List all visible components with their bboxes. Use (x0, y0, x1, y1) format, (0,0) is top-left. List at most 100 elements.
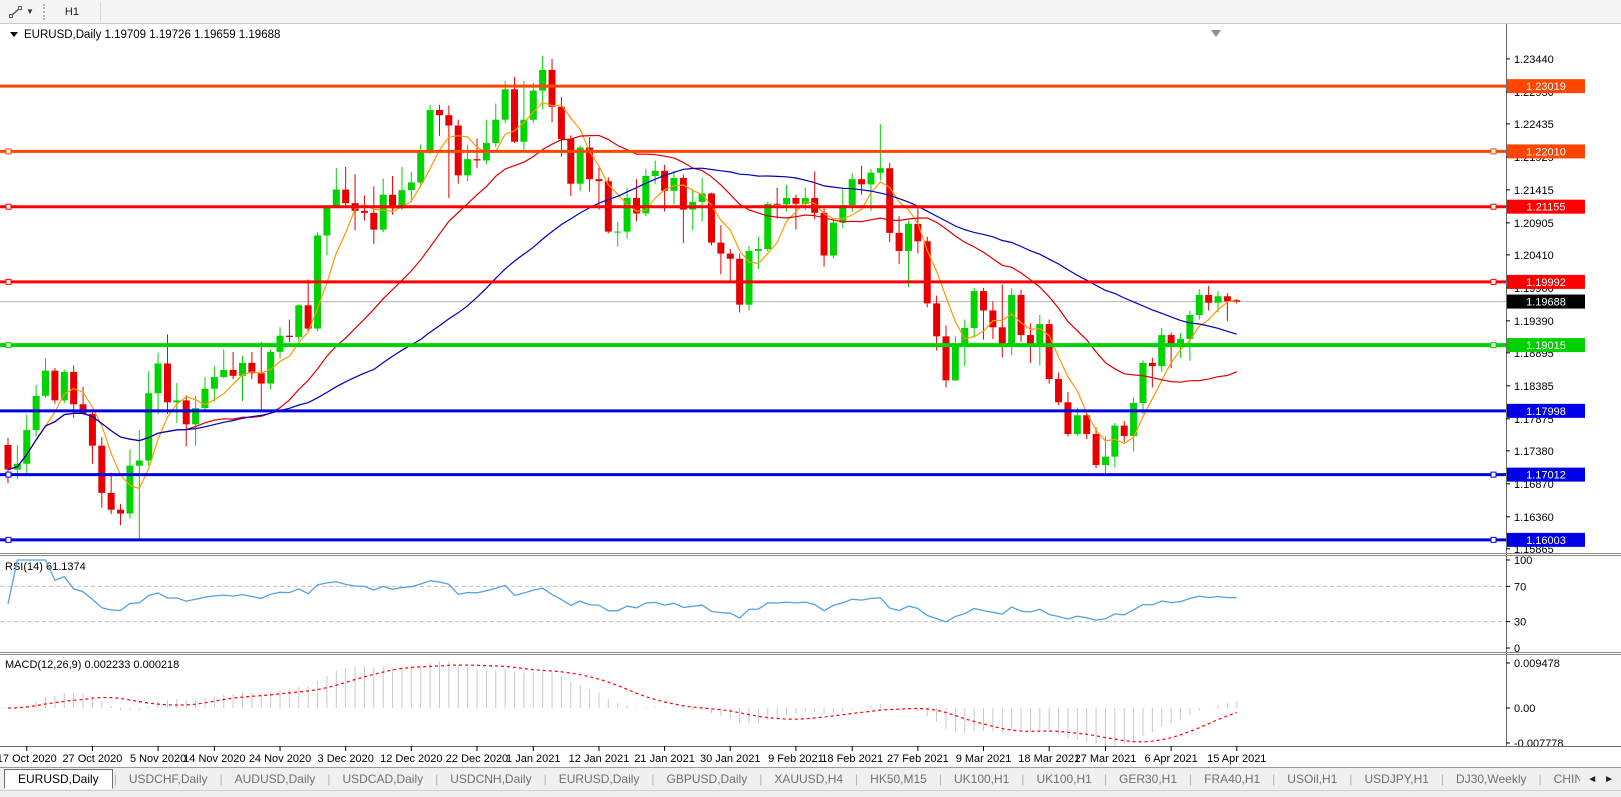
tab-separator: | (1441, 772, 1444, 786)
chart-tab[interactable]: XAUUSD,H4 (763, 769, 854, 789)
tab-separator: | (220, 772, 223, 786)
svg-text:100: 100 (1514, 555, 1532, 567)
tab-separator: | (327, 772, 330, 786)
toolbar-grip[interactable] (43, 4, 49, 20)
chart-tab[interactable]: USDCAD,Daily (331, 769, 434, 789)
chart-tab[interactable]: GER30,H1 (1108, 769, 1188, 789)
chart-tab[interactable]: USDCHF,Daily (118, 769, 219, 789)
main-pane[interactable]: EURUSD,Daily 1.19709 1.19726 1.19659 1.1… (0, 29, 1506, 542)
svg-text:15 Apr 2021: 15 Apr 2021 (1207, 753, 1266, 765)
tab-scroll-left-icon[interactable]: ◄ (1587, 774, 1597, 785)
svg-text:1.23019: 1.23019 (1526, 81, 1566, 93)
chart-title: EURUSD,Daily 1.19709 1.19726 1.19659 1.1… (24, 29, 280, 41)
chart-menu-icon[interactable] (10, 32, 18, 37)
svg-text:24 Nov 2020: 24 Nov 2020 (249, 753, 311, 765)
svg-text:1.20905: 1.20905 (1514, 218, 1554, 230)
svg-text:1.17998: 1.17998 (1526, 406, 1566, 418)
svg-text:1.17380: 1.17380 (1514, 446, 1554, 458)
svg-text:1.16003: 1.16003 (1526, 535, 1566, 547)
chart-tab[interactable]: FRA40,H1 (1193, 769, 1271, 789)
tab-separator: | (855, 772, 858, 786)
tab-separator: | (1272, 772, 1275, 786)
chart-tab[interactable]: GBPUSD,Daily (656, 769, 759, 789)
chart-tab[interactable]: HK50,M15 (859, 769, 938, 789)
svg-text:1.18385: 1.18385 (1514, 381, 1554, 393)
svg-text:70: 70 (1514, 581, 1526, 593)
tab-separator: | (1189, 772, 1192, 786)
svg-text:12 Dec 2020: 12 Dec 2020 (380, 753, 442, 765)
tab-separator: | (651, 772, 654, 786)
svg-text:17 Oct 2020: 17 Oct 2020 (0, 753, 57, 765)
svg-text:27 Oct 2020: 27 Oct 2020 (62, 753, 122, 765)
chart-tab[interactable]: EURUSD,Daily (548, 769, 651, 789)
chart-tab[interactable]: CHINA300,H1 (1543, 769, 1581, 789)
trendline-tool-icon (8, 4, 24, 20)
price-axis[interactable]: 1.234401.229301.224351.219251.214151.209… (0, 24, 1621, 746)
svg-text:1.21415: 1.21415 (1514, 185, 1554, 197)
svg-text:21 Jan 2021: 21 Jan 2021 (634, 753, 695, 765)
macd-label: MACD(12,26,9) 0.002233 0.000218 (5, 659, 179, 671)
svg-text:27 Feb 2021: 27 Feb 2021 (887, 753, 949, 765)
svg-text:1.17012: 1.17012 (1526, 470, 1566, 482)
macd-pane[interactable]: MACD(12,26,9) 0.002233 0.000218 0.009478… (5, 658, 1564, 750)
svg-text:1.19688: 1.19688 (1526, 297, 1566, 309)
svg-text:1.21155: 1.21155 (1527, 202, 1566, 214)
svg-text:27 Mar 2021: 27 Mar 2021 (1075, 753, 1137, 765)
svg-text:1.19015: 1.19015 (1526, 340, 1566, 352)
svg-text:1 Jan 2021: 1 Jan 2021 (506, 753, 560, 765)
chart-tab[interactable]: USOil,H1 (1276, 769, 1348, 789)
chevron-down-icon[interactable]: ▼ (26, 8, 34, 16)
svg-text:9 Feb 2021: 9 Feb 2021 (768, 753, 824, 765)
chart-tabbar: EURUSD,Daily|USDCHF,Daily|AUDUSD,Daily|U… (0, 767, 1621, 790)
chart-tool-button[interactable]: ▼ (4, 2, 38, 22)
svg-text:-0.007778: -0.007778 (1514, 738, 1564, 750)
chart-window: EURUSD,Daily 1.19709 1.19726 1.19659 1.1… (0, 24, 1621, 767)
chart-tab[interactable]: EURUSD,Daily (4, 769, 113, 789)
svg-text:12 Jan 2021: 12 Jan 2021 (569, 753, 630, 765)
svg-text:1.23440: 1.23440 (1514, 54, 1554, 66)
svg-text:0.009478: 0.009478 (1514, 658, 1560, 670)
tab-separator: | (1021, 772, 1024, 786)
chart-tab[interactable]: UK100,H1 (1025, 769, 1102, 789)
chart-tab[interactable]: UK100,H1 (943, 769, 1020, 789)
tab-scroll-right-icon[interactable]: ► (1604, 774, 1614, 785)
svg-text:1.22435: 1.22435 (1514, 119, 1554, 131)
timeframe-toolbar: ▼ M1M5M15M30H1H4D1W1MN (0, 0, 1621, 24)
moving-averages-layer (8, 102, 1237, 488)
horizontal-lines-layer[interactable] (0, 86, 1506, 542)
tab-separator: | (114, 772, 117, 786)
time-axis[interactable]: 17 Oct 2020 27 Oct 2020 5 Nov 202014 Nov 2… (0, 746, 1621, 765)
rsi-pane[interactable]: RSI(14) 61.1374 10070300 (0, 555, 1532, 655)
svg-text:5 Nov 2020: 5 Nov 2020 (130, 753, 186, 765)
svg-text:0: 0 (1514, 643, 1520, 655)
chart-canvas[interactable]: EURUSD,Daily 1.19709 1.19726 1.19659 1.1… (0, 24, 1621, 767)
chart-tab[interactable]: USDCNH,Daily (439, 769, 542, 789)
chart-tab[interactable]: USDJPY,H1 (1353, 769, 1439, 789)
tab-separator: | (544, 772, 547, 786)
svg-text:1.19992: 1.19992 (1526, 277, 1566, 289)
chart-shift-marker[interactable] (1211, 30, 1221, 37)
tab-separator: | (939, 772, 942, 786)
svg-text:14 Nov 2020: 14 Nov 2020 (183, 753, 245, 765)
tab-separator: | (1539, 772, 1542, 786)
svg-text:6 Apr 2021: 6 Apr 2021 (1145, 753, 1198, 765)
chart-tabs: EURUSD,Daily|USDCHF,Daily|AUDUSD,Daily|U… (0, 768, 1580, 790)
tab-separator: | (435, 772, 438, 786)
chart-tab[interactable]: AUDUSD,Daily (224, 769, 327, 789)
chart-tab[interactable]: DJ30,Weekly (1445, 769, 1537, 789)
svg-text:1.19390: 1.19390 (1514, 316, 1554, 328)
svg-text:0.00: 0.00 (1514, 703, 1535, 715)
svg-text:18 Mar 2021: 18 Mar 2021 (1018, 753, 1080, 765)
toolbar-separator (100, 3, 101, 21)
tab-separator: | (1104, 772, 1107, 786)
timeframe-button-h1[interactable]: H1 (56, 3, 95, 21)
svg-text:1.20410: 1.20410 (1514, 250, 1554, 262)
svg-text:9 Mar 2021: 9 Mar 2021 (956, 753, 1012, 765)
svg-text:30 Jan 2021: 30 Jan 2021 (700, 753, 761, 765)
tab-scroll: ◄ ► (1580, 774, 1621, 785)
svg-text:1.16360: 1.16360 (1514, 512, 1554, 524)
svg-text:1.22010: 1.22010 (1526, 146, 1566, 158)
svg-text:18 Feb 2021: 18 Feb 2021 (821, 753, 883, 765)
tab-separator: | (759, 772, 762, 786)
svg-text:30: 30 (1514, 617, 1526, 629)
